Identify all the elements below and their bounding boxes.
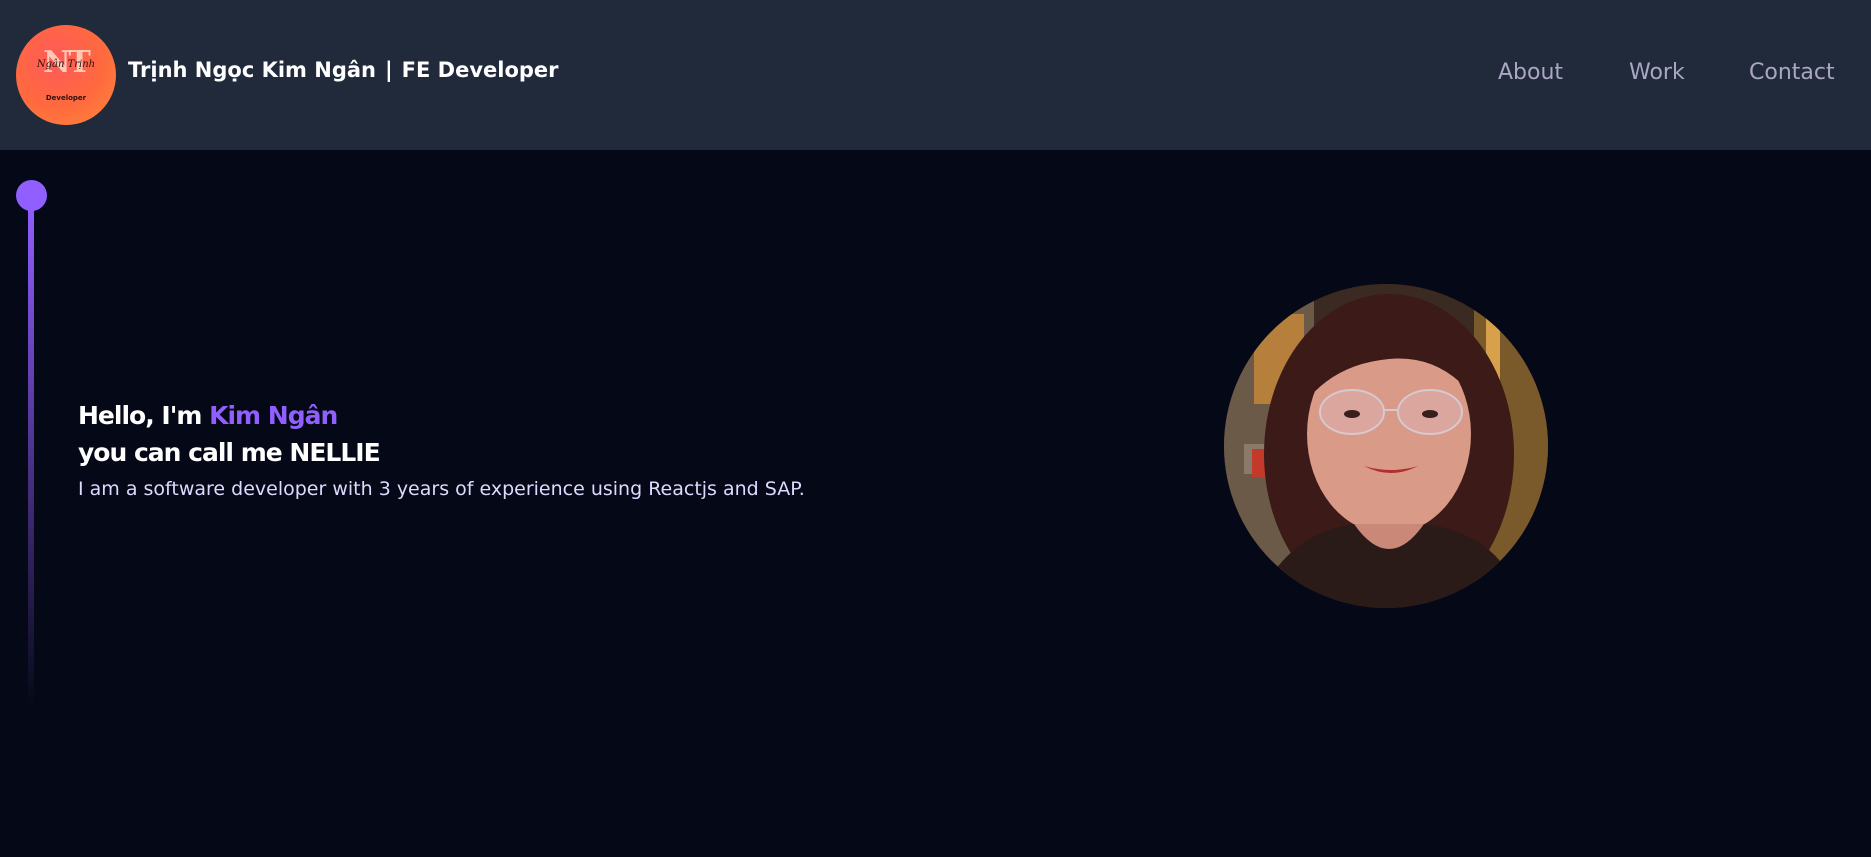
site-title[interactable]: Trịnh Ngọc Kim Ngân | FE Developer [128,58,559,82]
nav-link-work[interactable]: Work [1629,60,1685,85]
hero-nickname: you can call me NELLIE [78,438,381,467]
hero-greeting-name: Kim Ngân [209,401,338,430]
nav-link-about[interactable]: About [1498,60,1563,85]
hero-greeting-prefix: Hello, I'm [78,401,210,430]
site-title-role: FE Developer [401,58,559,82]
site-header: NT Ngân Trịnh Developer Trịnh Ngọc Kim N… [0,0,1871,150]
site-title-separator: | [384,58,393,82]
hero-description: I am a software developer with 3 years o… [78,478,805,500]
site-title-name: Trịnh Ngọc Kim Ngân [128,58,376,82]
logo-script: Ngân Trịnh [36,59,96,70]
nav-link-contact[interactable]: Contact [1749,60,1835,85]
profile-photo-illustration [1224,284,1548,608]
logo[interactable]: NT Ngân Trịnh Developer [16,25,116,125]
profile-photo [1224,284,1548,608]
logo-tagline: Developer [45,94,87,102]
timeline-line [28,205,34,710]
hero-greeting: Hello, I'm Kim Ngân [78,401,338,430]
